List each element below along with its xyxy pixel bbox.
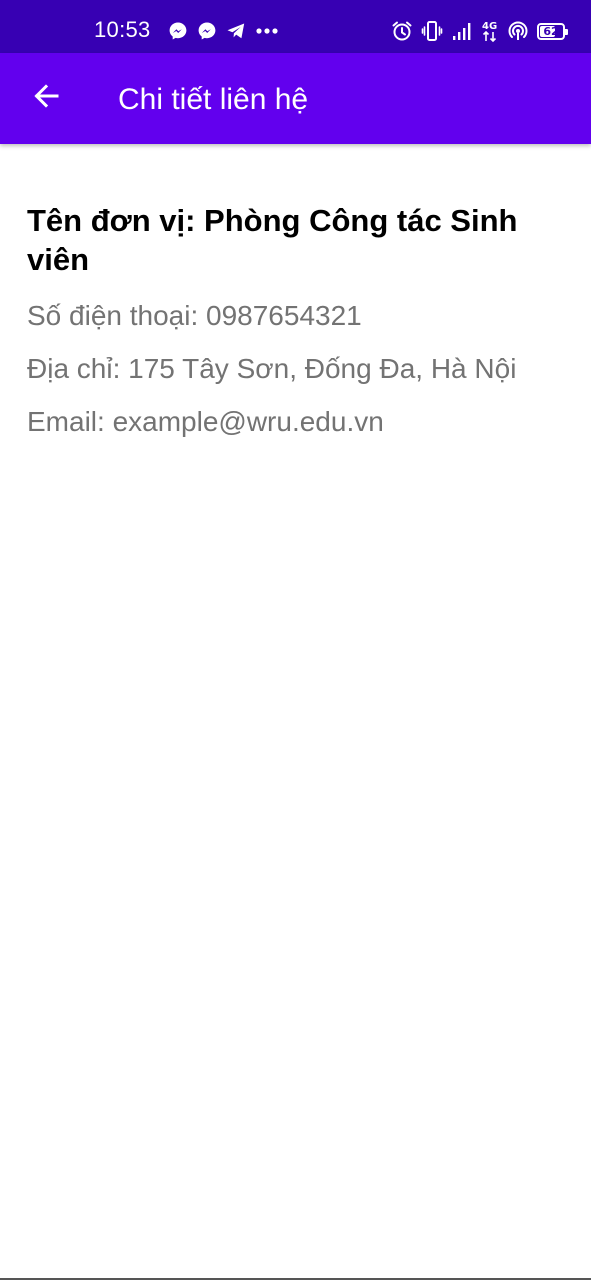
messenger-icon [197,21,217,41]
contact-detail-screen: 10:53 4G 62 Chi tiết liên hệ Tên đơn vị:… [0,0,591,1280]
signal-icon [451,20,473,42]
network-label: 4G [482,21,497,32]
phone-number: Số điện thoại: 0987654321 [27,300,362,331]
page-title: Chi tiết liên hệ [118,83,309,116]
status-time: 10:53 [94,17,151,42]
status-bar: 10:53 4G 62 [0,0,591,53]
battery-level: 62 [543,24,559,38]
system-icons: 4G 62 [391,17,568,45]
messenger-icon [168,21,188,41]
battery-icon: 62 [537,22,568,40]
more-dots-icon [255,21,279,41]
email: Email: example@wru.edu.vn [27,406,384,437]
arrow-back-icon [32,82,60,115]
hotspot-icon [507,20,529,42]
telegram-icon [226,21,246,41]
notification-icons [168,19,279,43]
app-bar: Chi tiết liên hệ [0,53,591,144]
4g-icon: 4G [481,19,499,43]
contact-details: Tên đơn vị: Phòng Công tác Sinh viên Số … [27,201,567,439]
back-button[interactable] [18,70,74,126]
address: Địa chỉ: 175 Tây Sơn, Đống Đa, Hà Nội [27,353,517,384]
alarm-icon [391,20,413,42]
unit-name: Tên đơn vị: Phòng Công tác Sinh viên [27,203,518,277]
vibrate-icon [421,20,443,42]
